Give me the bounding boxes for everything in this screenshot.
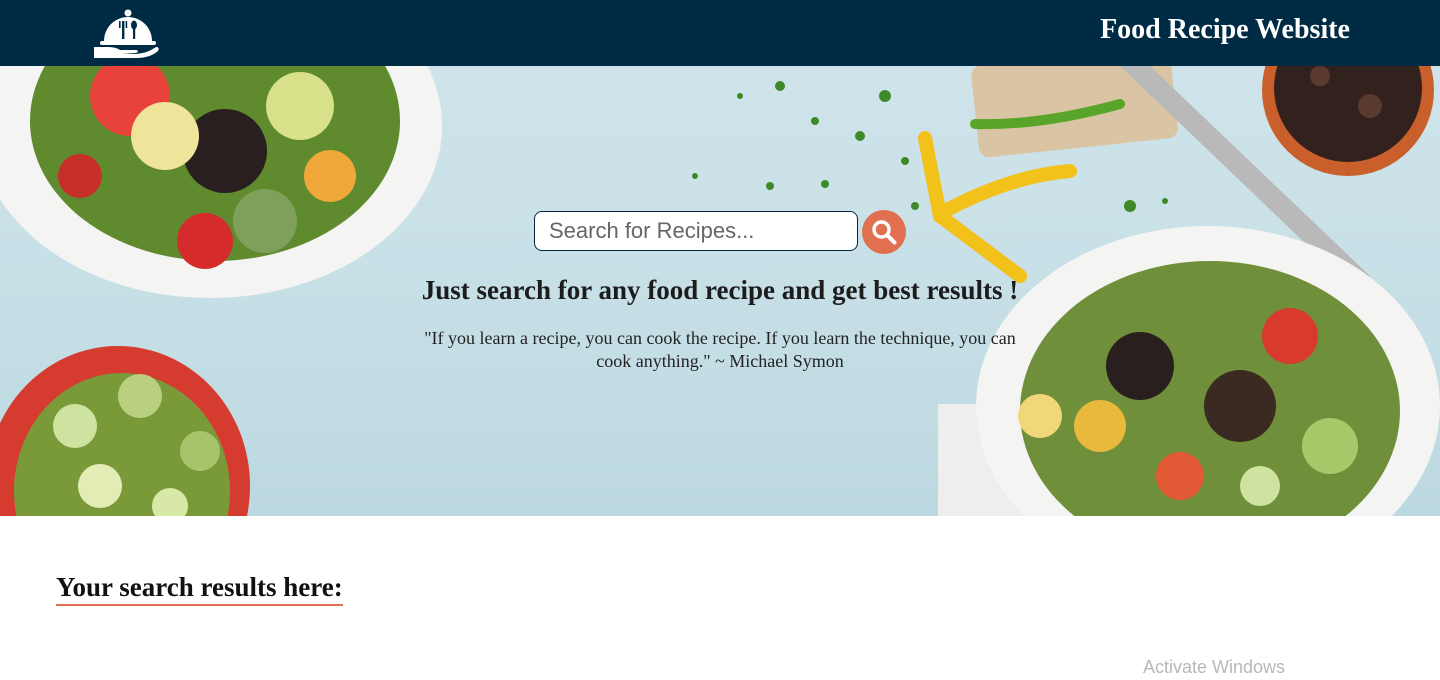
search-button[interactable] (862, 210, 906, 254)
results-heading: Your search results here: (56, 570, 343, 606)
hero-banner: Just search for any food recipe and get … (0, 66, 1440, 516)
hero-quote: "If you learn a recipe, you can cook the… (424, 328, 1016, 371)
os-activation-watermark: Activate Windows (1143, 657, 1286, 677)
site-header: Food Recipe Website (0, 0, 1440, 66)
site-title: Food Recipe Website (1100, 14, 1350, 45)
magnifier-icon (872, 220, 897, 245)
search-bar (534, 210, 914, 254)
cloche-fork-spoon-hand-icon[interactable] (92, 1, 164, 59)
search-input[interactable] (534, 211, 858, 251)
hero-tagline: Just search for any food recipe and get … (421, 275, 1019, 305)
